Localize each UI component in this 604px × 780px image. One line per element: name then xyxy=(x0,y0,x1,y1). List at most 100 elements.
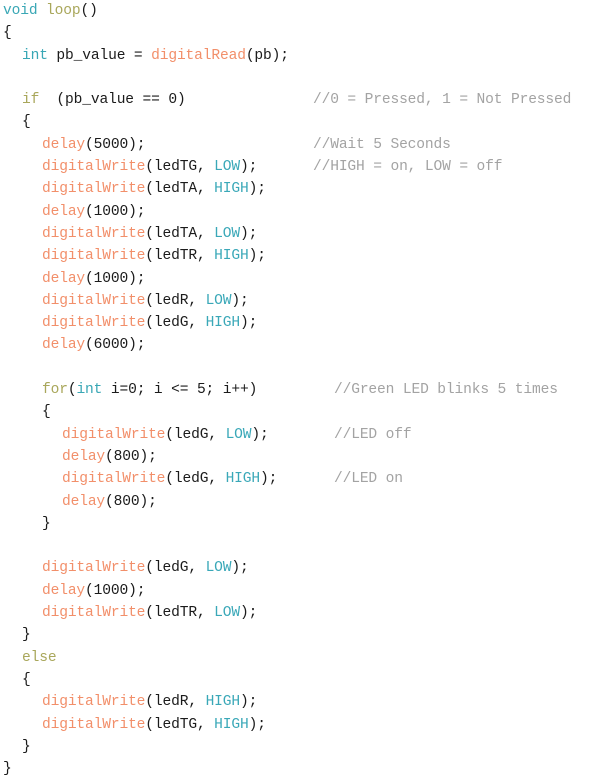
code-token-plain: ); xyxy=(260,471,278,488)
code-line: digitalWrite(ledTR, HIGH); xyxy=(0,245,604,267)
code-token-keyword: if xyxy=(22,92,40,109)
code-token-keyword: else xyxy=(22,649,57,666)
code-line: delay(800); xyxy=(0,446,604,468)
code-comment: //LED off xyxy=(334,426,412,443)
code-token-plain: ); xyxy=(240,225,258,242)
code-token-brace: } xyxy=(22,627,31,644)
code-token-plain: (ledR, xyxy=(145,292,206,309)
code-token-const: HIGH xyxy=(214,181,249,198)
code-line: delay(1000); xyxy=(0,268,604,290)
code-token-plain: (ledTG, xyxy=(145,159,215,176)
code-token-plain: ); xyxy=(240,694,258,711)
code-token-plain: (pb_value == 0) xyxy=(39,92,186,109)
code-token-plain: (800); xyxy=(105,493,157,510)
code-line: delay(800); xyxy=(0,491,604,513)
code-token-func: delay xyxy=(42,136,86,153)
code-token-func: digitalWrite xyxy=(42,605,146,622)
code-token-plain: pb_value = xyxy=(47,47,152,64)
code-line: digitalWrite(ledG, HIGH); xyxy=(0,312,604,334)
code-token-const: LOW xyxy=(214,159,240,176)
code-line: else xyxy=(0,647,604,669)
code-token-func: delay xyxy=(42,337,86,354)
code-token-plain: (5000); xyxy=(85,136,146,153)
code-token-plain: ); xyxy=(240,605,258,622)
code-line: digitalWrite(ledG, LOW); //LED off xyxy=(0,424,604,446)
code-line: digitalWrite(ledTA, HIGH); xyxy=(0,178,604,200)
code-token-plain: (ledG, xyxy=(145,315,206,332)
code-token-const: HIGH xyxy=(214,716,249,733)
code-line: digitalWrite(ledR, HIGH); xyxy=(0,691,604,713)
code-token-brace: } xyxy=(22,738,31,755)
code-line: digitalWrite(ledR, LOW); xyxy=(0,290,604,312)
code-token-plain: ); xyxy=(251,426,269,443)
code-comment: //0 = Pressed, 1 = Not Pressed xyxy=(313,92,572,109)
code-token-brace: } xyxy=(3,761,12,778)
code-comment: //Wait 5 Seconds xyxy=(313,136,451,153)
code-token-brace: { xyxy=(42,404,51,421)
code-comment: //HIGH = on, LOW = off xyxy=(313,159,503,176)
code-line: digitalWrite(ledTR, LOW); xyxy=(0,602,604,624)
code-token-plain: (ledR, xyxy=(145,694,206,711)
code-token-const: LOW xyxy=(205,292,232,309)
code-token-plain: (pb); xyxy=(245,47,289,64)
code-line: if (pb_value == 0) //0 = Pressed, 1 = Not… xyxy=(0,89,604,111)
code-token-const: HIGH xyxy=(214,248,249,265)
code-token-brace: { xyxy=(22,114,31,131)
code-line: { xyxy=(0,669,604,691)
code-line: { xyxy=(0,111,604,133)
code-token-plain: ); xyxy=(248,181,266,198)
code-token-plain: (1000); xyxy=(85,203,146,220)
code-token-brace: { xyxy=(3,25,12,42)
code-token-plain: (1000); xyxy=(85,270,146,287)
code-token-const: HIGH xyxy=(225,471,261,488)
code-token-plain: (ledTA, xyxy=(145,181,215,198)
code-token-func: digitalWrite xyxy=(62,426,166,443)
code-token-plain: (ledTR, xyxy=(145,605,215,622)
code-line: void loop() xyxy=(0,0,604,22)
code-token-func: delay xyxy=(42,203,86,220)
code-token-func: delay xyxy=(62,448,106,465)
code-token-func: digitalWrite xyxy=(42,694,146,711)
code-token-brace: } xyxy=(42,515,51,532)
code-line: delay(1000); xyxy=(0,201,604,223)
code-token-plain: ); xyxy=(231,292,249,309)
code-line: { xyxy=(0,22,604,44)
code-listing[interactable]: void loop(){int pb_value = digitalRead(p… xyxy=(0,0,604,777)
code-token-func: digitalWrite xyxy=(42,225,146,242)
code-line: delay(5000); //Wait 5 Seconds xyxy=(0,134,604,156)
code-line: digitalWrite(ledG, LOW); xyxy=(0,557,604,579)
code-token-plain: (ledTA, xyxy=(145,225,215,242)
code-token-keyword: loop xyxy=(46,3,81,19)
code-token-plain: (ledTR, xyxy=(145,248,215,265)
code-token-type: int xyxy=(22,47,48,64)
code-token-type: int xyxy=(76,382,103,399)
code-token-func: digitalWrite xyxy=(42,248,146,265)
code-token-plain: (ledG, xyxy=(165,426,226,443)
code-token-plain: () xyxy=(80,3,98,19)
code-line: digitalWrite(ledTG, LOW); //HIGH = on, LO… xyxy=(0,156,604,178)
code-comment: //Green LED blinks 5 times xyxy=(334,382,558,399)
code-token-const: HIGH xyxy=(205,694,241,711)
code-token-const: LOW xyxy=(225,426,252,443)
code-token-plain: (1000); xyxy=(85,582,146,599)
code-token-plain: ); xyxy=(248,248,266,265)
code-token-plain: ); xyxy=(240,159,258,176)
code-token-const: LOW xyxy=(205,560,232,577)
code-token-func: digitalRead xyxy=(151,47,246,64)
code-comment: //LED on xyxy=(334,471,403,488)
code-line: delay(1000); xyxy=(0,580,604,602)
code-line: } xyxy=(0,513,604,535)
code-line: digitalWrite(ledG, HIGH); //LED on xyxy=(0,468,604,490)
code-token-func: digitalWrite xyxy=(42,181,146,198)
code-token-func: delay xyxy=(62,493,106,510)
code-line: int pb_value = digitalRead(pb); xyxy=(0,45,604,67)
code-token-const: HIGH xyxy=(205,315,241,332)
code-token-func: digitalWrite xyxy=(42,315,146,332)
code-token-const: LOW xyxy=(214,225,240,242)
code-token-func: delay xyxy=(42,270,86,287)
code-token-func: digitalWrite xyxy=(42,159,146,176)
code-token-func: digitalWrite xyxy=(42,716,146,733)
code-token-const: LOW xyxy=(214,605,240,622)
